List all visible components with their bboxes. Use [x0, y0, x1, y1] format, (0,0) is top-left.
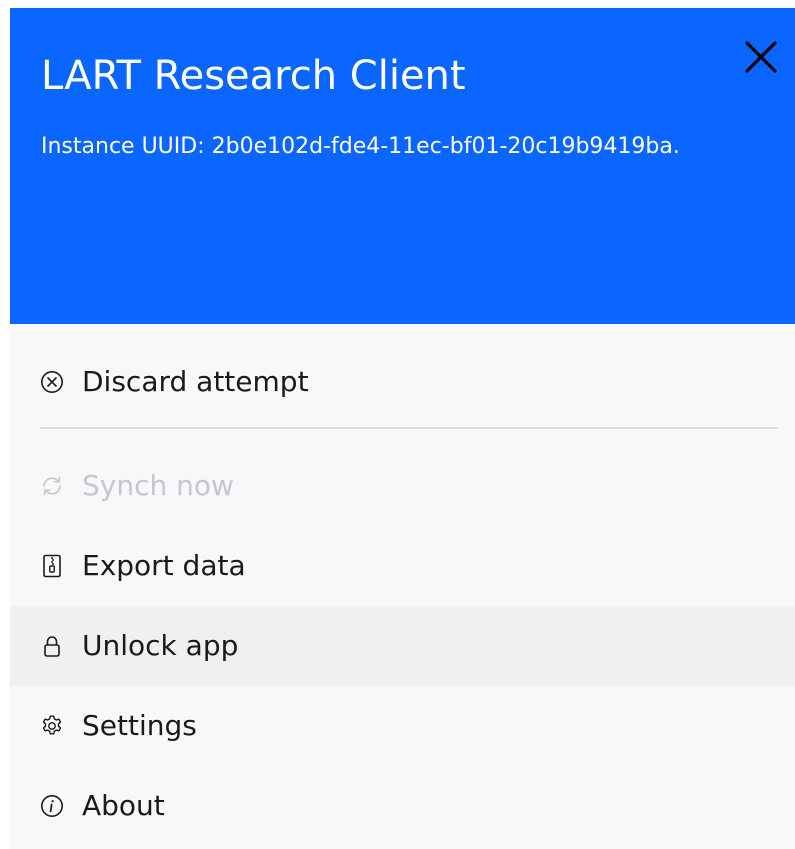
menu-item-export-data[interactable]: Export data [10, 526, 795, 606]
menu-item-discard-attempt[interactable]: Discard attempt [10, 342, 795, 422]
instance-uuid: Instance UUID: 2b0e102d-fde4-11ec-bf01-2… [41, 134, 680, 159]
menu-item-label: Discard attempt [82, 365, 309, 398]
menu-item-label: About [82, 789, 165, 822]
side-menu-panel: LART Research Client Instance UUID: 2b0e… [10, 8, 795, 849]
gear-icon [40, 714, 64, 738]
menu-item-label: Settings [82, 709, 197, 742]
circle-x-icon [40, 370, 64, 394]
menu-item-about[interactable]: About [10, 766, 795, 846]
info-icon [40, 794, 64, 818]
menu-header: LART Research Client Instance UUID: 2b0e… [10, 8, 795, 324]
lock-icon [40, 634, 64, 658]
menu-item-unlock-app[interactable]: Unlock app [10, 606, 795, 686]
menu-item-synch-now[interactable]: Synch now [10, 446, 795, 526]
menu-item-label: Export data [82, 549, 246, 582]
close-button[interactable] [740, 36, 782, 78]
menu-item-label: Synch now [82, 469, 234, 502]
menu-item-label: Unlock app [82, 629, 239, 662]
zip-file-icon [40, 554, 64, 578]
app-title: LART Research Client [41, 53, 466, 99]
menu-divider [40, 427, 778, 429]
close-icon [745, 41, 777, 73]
menu-item-settings[interactable]: Settings [10, 686, 795, 766]
sync-icon [40, 474, 64, 498]
